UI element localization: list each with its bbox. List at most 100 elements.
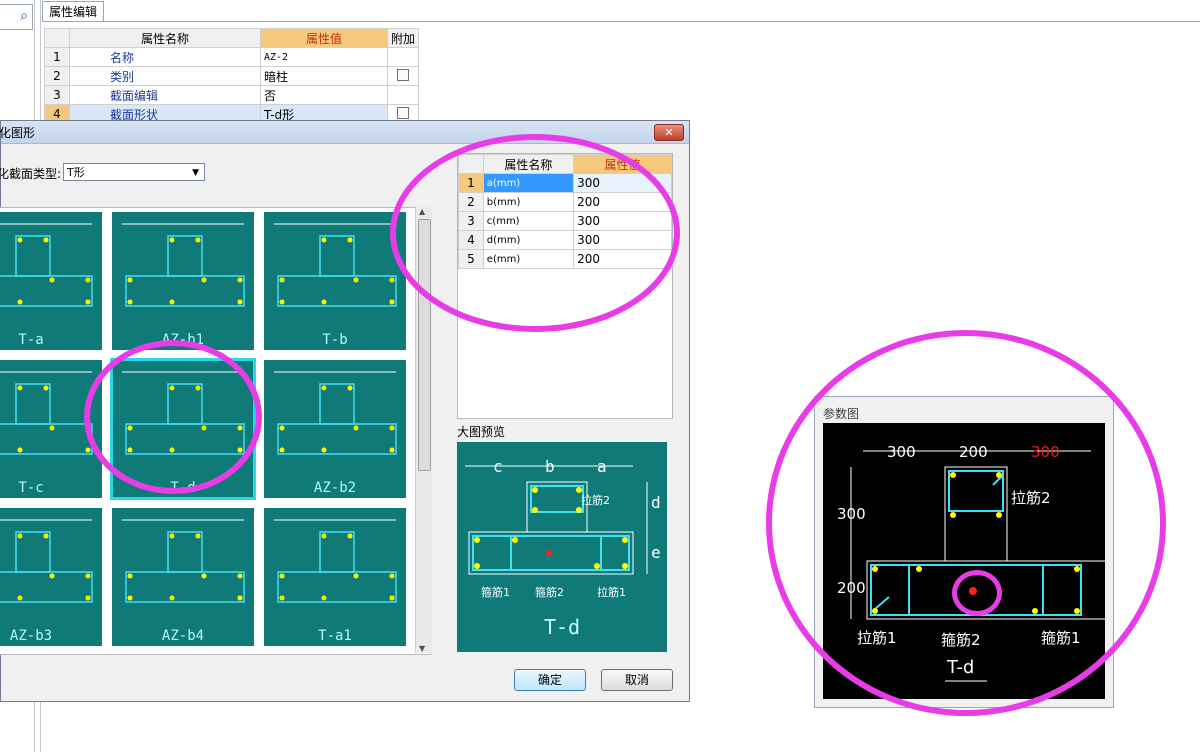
table-row[interactable]: 1 名称 AZ-2 bbox=[44, 47, 420, 67]
extra-checkbox[interactable] bbox=[397, 106, 409, 119]
thumb-stirrup bbox=[277, 423, 397, 455]
thumb-rebar bbox=[321, 237, 327, 243]
preview-dim-c: c bbox=[493, 457, 503, 476]
thumb-stirrup bbox=[125, 275, 245, 307]
thumbnail-drawing bbox=[122, 223, 245, 307]
thumb-rebar bbox=[389, 595, 395, 601]
thumb-rebar bbox=[169, 299, 175, 305]
table-row[interactable]: 3 截面编辑 否 bbox=[44, 85, 420, 105]
shape-thumbnail[interactable]: T-a bbox=[0, 212, 102, 350]
thumb-rebar bbox=[17, 447, 23, 453]
highlight-ellipse-thumb bbox=[84, 340, 262, 494]
shape-thumbnail[interactable]: AZ-b2 bbox=[264, 360, 406, 498]
thumbnail-drawing bbox=[274, 519, 397, 603]
thumb-stirrup bbox=[125, 571, 245, 603]
preview-label-lajin1: 拉筋1 bbox=[597, 585, 626, 599]
thumb-rebar bbox=[49, 277, 55, 283]
thumb-rebar bbox=[237, 573, 243, 579]
thumbnail-caption: T-a bbox=[18, 332, 44, 348]
thumb-rebar bbox=[49, 573, 55, 579]
preview-caption: T-d bbox=[543, 615, 581, 639]
thumb-rebar bbox=[169, 237, 175, 243]
thumb-rebar bbox=[389, 299, 395, 305]
prop-value[interactable]: 暗柱 bbox=[260, 66, 388, 86]
thumbnail-caption: T-b bbox=[322, 332, 348, 348]
table-row[interactable]: 2 类别 暗柱 bbox=[44, 66, 420, 86]
highlight-ellipse-figure bbox=[766, 330, 1166, 716]
thumb-rebar bbox=[127, 595, 133, 601]
tab-property-edit[interactable]: 属性编辑 bbox=[42, 1, 104, 22]
thumbnail-drawing bbox=[122, 519, 245, 603]
preview-rebar bbox=[594, 563, 600, 569]
ok-button[interactable]: 确定 bbox=[514, 669, 586, 691]
preview-rebar bbox=[622, 537, 628, 543]
header-extra: 附加 bbox=[386, 28, 420, 48]
dialog-title: 化图形 bbox=[0, 126, 36, 140]
thumb-rebar bbox=[279, 277, 285, 283]
tab-underline bbox=[42, 21, 1200, 22]
thumb-rebar bbox=[85, 277, 91, 283]
highlight-ellipse-params bbox=[390, 134, 680, 332]
close-button[interactable]: ✕ bbox=[654, 124, 684, 141]
thumb-rebar bbox=[43, 533, 49, 539]
thumb-rebar bbox=[127, 299, 133, 305]
thumb-rebar bbox=[127, 277, 133, 283]
thumb-rebar bbox=[17, 533, 23, 539]
shape-thumbnail[interactable]: AZ-b4 bbox=[112, 508, 254, 646]
thumbnail-drawing bbox=[274, 371, 397, 455]
thumb-rebar bbox=[347, 237, 353, 243]
preview-dim-e: e bbox=[651, 543, 661, 562]
shape-thumbnail[interactable]: T-b bbox=[264, 212, 406, 350]
thumb-rebar bbox=[237, 595, 243, 601]
thumb-rebar bbox=[237, 299, 243, 305]
search-icon[interactable]: ⌕ bbox=[20, 8, 28, 24]
thumb-rebar bbox=[85, 573, 91, 579]
shape-thumbnail[interactable]: T-a1 bbox=[264, 508, 406, 646]
scroll-down-icon[interactable]: ▼ bbox=[419, 644, 425, 653]
thumb-stirrup bbox=[0, 571, 93, 603]
thumb-rebar bbox=[49, 425, 55, 431]
preview-rebar bbox=[576, 507, 582, 513]
prop-name: 截面编辑 bbox=[69, 85, 261, 105]
thumb-rebar bbox=[321, 385, 327, 391]
highlight-ellipse-center bbox=[952, 570, 1002, 616]
prop-value[interactable]: 否 bbox=[260, 85, 388, 105]
thumb-rebar bbox=[321, 299, 327, 305]
cancel-button[interactable]: 取消 bbox=[601, 669, 673, 691]
header-name: 属性名称 bbox=[69, 28, 261, 48]
thumb-rebar bbox=[389, 573, 395, 579]
shape-thumbnail[interactable]: AZ-b1 bbox=[112, 212, 254, 350]
thumb-rebar bbox=[201, 573, 207, 579]
thumb-rebar bbox=[17, 595, 23, 601]
thumb-rebar bbox=[353, 277, 359, 283]
thumb-rebar bbox=[347, 385, 353, 391]
thumb-rebar bbox=[279, 447, 285, 453]
thumb-rebar bbox=[389, 425, 395, 431]
row-number: 2 bbox=[44, 66, 70, 86]
preview-rebar bbox=[532, 507, 538, 513]
section-type-select[interactable]: T形 ▼ bbox=[63, 163, 205, 181]
extra-checkbox[interactable] bbox=[397, 68, 409, 81]
search-box[interactable]: ⌕ bbox=[0, 4, 33, 30]
prop-value[interactable]: AZ-2 bbox=[260, 47, 388, 67]
thumb-stirrup bbox=[277, 571, 397, 603]
thumbnail-caption: T-c bbox=[18, 480, 44, 496]
close-icon: ✕ bbox=[664, 126, 674, 139]
shape-thumbnail[interactable]: AZ-b3 bbox=[0, 508, 102, 646]
thumb-stirrup bbox=[0, 423, 93, 455]
thumb-rebar bbox=[43, 237, 49, 243]
thumb-rebar bbox=[321, 595, 327, 601]
thumb-rebar bbox=[85, 595, 91, 601]
preview-dim-a: a bbox=[597, 457, 607, 476]
row-number: 3 bbox=[44, 85, 70, 105]
thumb-rebar bbox=[195, 237, 201, 243]
thumb-rebar bbox=[321, 447, 327, 453]
header-value: 属性值 bbox=[260, 28, 388, 48]
preview-rebar bbox=[512, 537, 518, 543]
thumb-rebar bbox=[43, 385, 49, 391]
section-type-label: 化截面类型: bbox=[0, 167, 62, 181]
thumbnail-drawing bbox=[0, 519, 93, 603]
thumbnail-drawing bbox=[0, 223, 93, 307]
thumb-rebar bbox=[195, 533, 201, 539]
preview-label-gujin2: 箍筋2 bbox=[535, 585, 564, 599]
